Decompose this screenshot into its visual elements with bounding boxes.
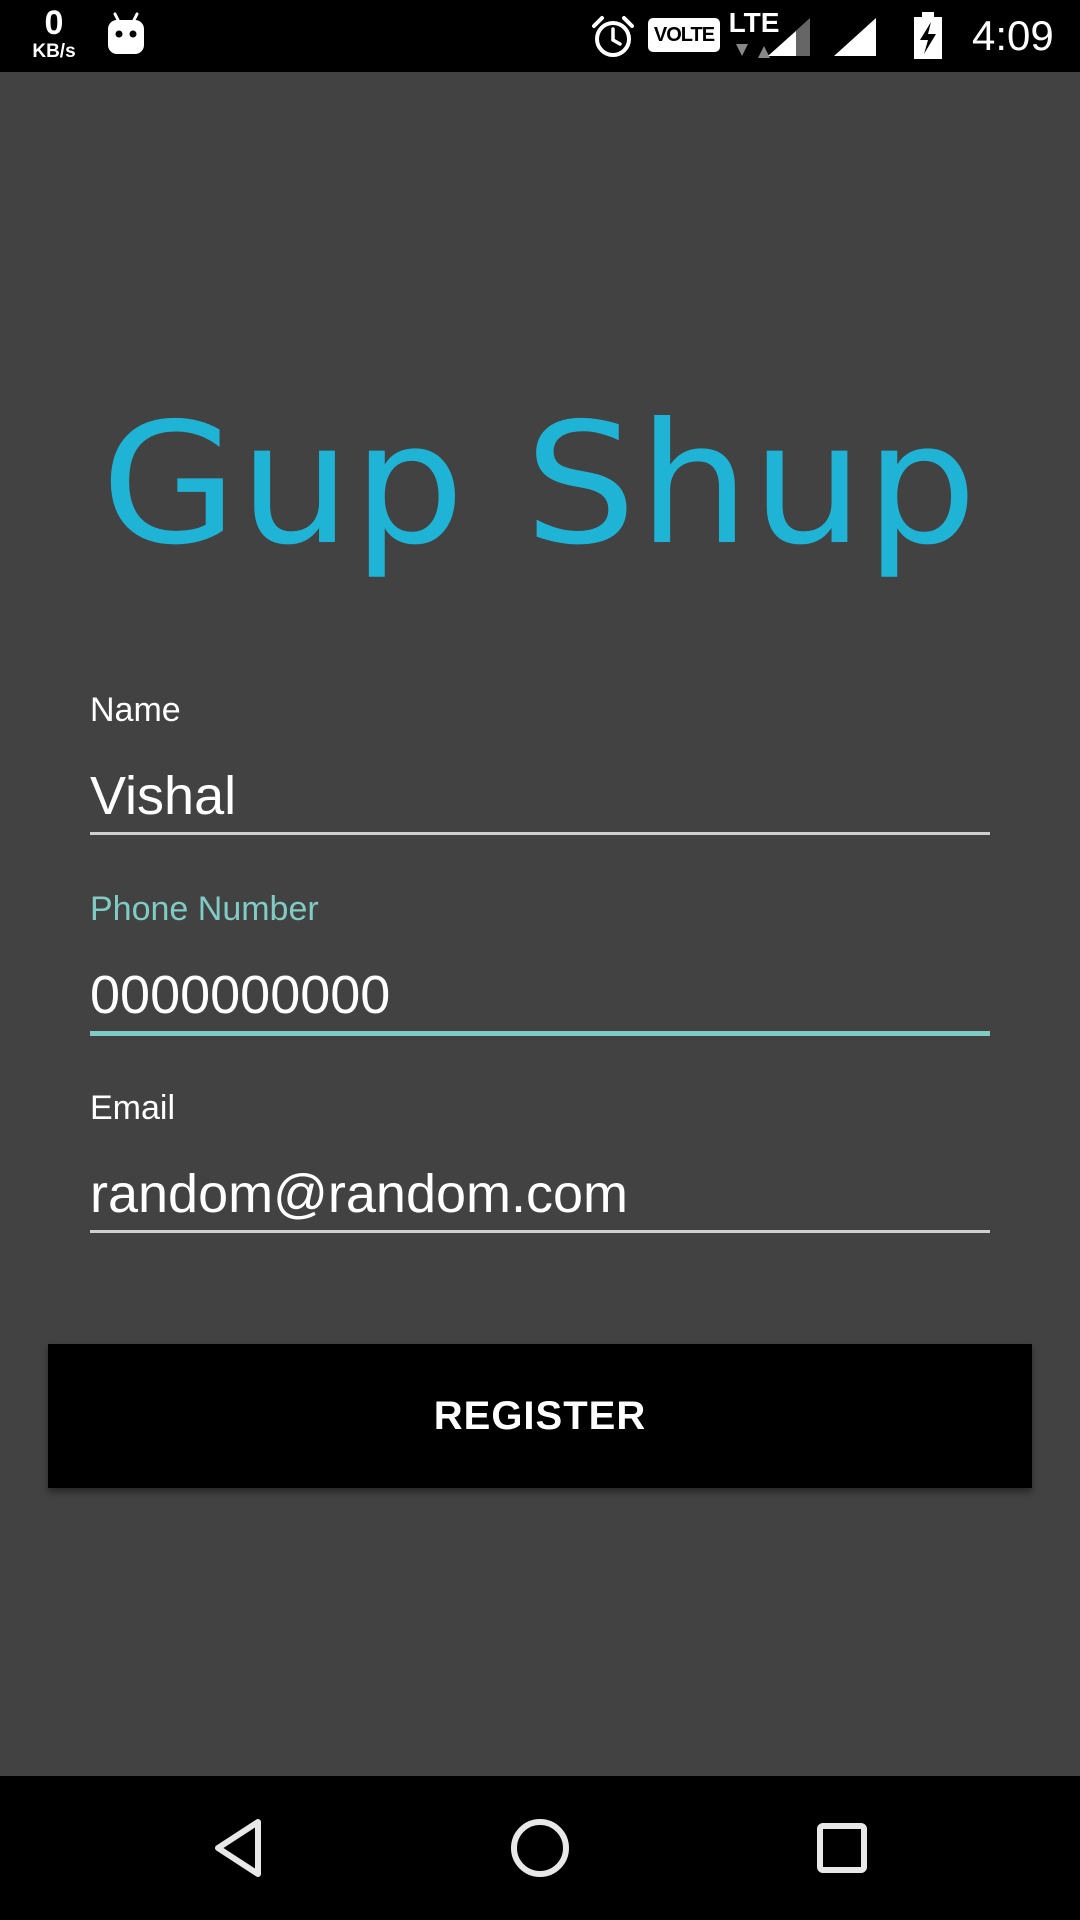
name-field[interactable]: Name <box>90 690 990 835</box>
email-underline <box>90 1230 990 1233</box>
app-title: Gup Shup <box>100 387 980 582</box>
status-bar: 0 KB/s VOLTE LTE 4:09 <box>0 0 1080 72</box>
volte-icon: VOLTE <box>648 18 720 52</box>
register-button[interactable]: REGISTER <box>48 1344 1032 1488</box>
network-speed: 0 KB/s <box>24 6 84 61</box>
alarm-icon <box>592 16 634 57</box>
network-speed-value: 0 <box>44 4 64 42</box>
email-label: Email <box>90 1089 176 1127</box>
signal-icon <box>834 18 876 56</box>
name-input[interactable] <box>90 760 990 832</box>
recents-icon[interactable] <box>800 1812 880 1884</box>
phone-underline <box>90 1031 990 1036</box>
email-field[interactable]: Email <box>90 1088 990 1233</box>
phone-field[interactable]: Phone Number <box>90 889 990 1036</box>
name-underline <box>90 832 990 835</box>
name-label: Name <box>90 691 181 729</box>
android-notification-icon <box>108 12 144 54</box>
clock: 4:09 <box>972 12 1054 59</box>
navigation-bar <box>0 1776 1080 1920</box>
signal-icon <box>768 18 810 56</box>
phone-label: Phone Number <box>90 890 319 928</box>
phone-input[interactable] <box>90 959 990 1031</box>
home-icon[interactable] <box>500 1812 580 1884</box>
battery-charging-icon <box>914 12 942 59</box>
network-speed-unit: KB/s <box>32 41 76 62</box>
back-icon[interactable] <box>200 1812 280 1884</box>
register-screen: 0 KB/s VOLTE LTE 4:09 Gup Shup Name Vish… <box>0 0 1080 1920</box>
email-input[interactable] <box>90 1158 990 1230</box>
